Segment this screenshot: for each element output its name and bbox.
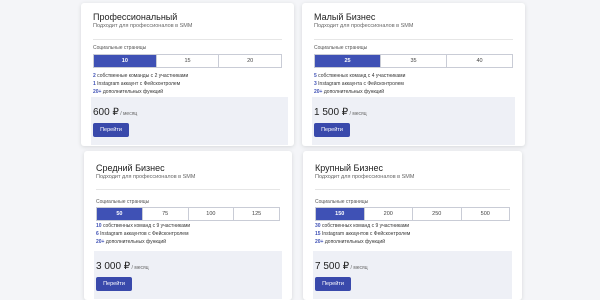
pages-option[interactable]: 10 xyxy=(94,55,156,67)
price-box: 600 ₽ / месяц Перейти xyxy=(91,97,288,145)
price-box: 7 500 ₽ / месяц Перейти xyxy=(313,251,512,299)
plan-card-medium-business: Средний Бизнес Подходит для профессионал… xyxy=(84,151,292,300)
feature-text: собственных команд с 9 участниками xyxy=(101,223,191,229)
plan-subtitle: Подходит для профессионалов в SMM xyxy=(93,23,193,29)
feature-teams: 5 собственных команд с 4 участниками xyxy=(314,73,405,79)
plan-card-large-business: Крупный Бизнес Подходит для профессионал… xyxy=(303,151,522,300)
go-button[interactable]: Перейти xyxy=(314,123,350,137)
price: 1 500 ₽ / месяц xyxy=(314,107,367,118)
feature-instagram: 15 Instagram аккаунтов с Фейсконтролем xyxy=(315,231,410,237)
pages-selector: 10 15 20 xyxy=(93,54,282,68)
price-value: 1 500 ₽ xyxy=(314,107,349,118)
price: 3 000 ₽ / месяц xyxy=(96,261,149,272)
feature-text: собственных команд с 9 участниками xyxy=(320,223,410,229)
pages-option[interactable]: 50 xyxy=(97,208,142,220)
feature-teams: 10 собственных команд с 9 участниками xyxy=(96,223,190,229)
feature-teams: 2 собственные команды с 2 участниками xyxy=(93,73,188,79)
segments-label: Социальные страницы xyxy=(315,199,369,205)
price-value: 3 000 ₽ xyxy=(96,261,131,272)
pages-option[interactable]: 200 xyxy=(363,208,413,220)
plan-card-small-business: Малый Бизнес Подходит для профессионалов… xyxy=(302,3,525,146)
plan-subtitle: Подходит для профессионалов в SMM xyxy=(315,174,415,180)
plan-title: Средний Бизнес xyxy=(96,163,165,173)
segments-label: Социальные страницы xyxy=(96,199,150,205)
feature-instagram: 3 Instagram аккаунта с Фейсконтролем xyxy=(314,81,404,87)
price: 600 ₽ / месяц xyxy=(93,107,137,118)
price-period: / месяц xyxy=(118,111,138,117)
segments-label: Социальные страницы xyxy=(93,45,147,51)
feature-text: дополнительных функций xyxy=(101,89,163,95)
feature-extra: 20+ дополнительных функций xyxy=(315,239,385,245)
divider xyxy=(314,39,513,40)
price-period: / месяц xyxy=(349,265,368,271)
pages-selector: 50 75 100 125 xyxy=(96,207,280,221)
pages-option[interactable]: 40 xyxy=(446,55,512,67)
segments-label: Социальные страницы xyxy=(314,45,368,51)
divider xyxy=(315,189,510,190)
feature-teams: 30 собственных команд с 9 участниками xyxy=(315,223,409,229)
price-box: 3 000 ₽ / месяц Перейти xyxy=(94,251,282,299)
feature-text: дополнительных функций xyxy=(104,239,166,245)
pages-option[interactable]: 125 xyxy=(233,208,279,220)
feature-text: Instagram аккаунтов с Фейсконтролем xyxy=(98,231,189,237)
price-period: / месяц xyxy=(130,265,149,271)
price-value: 600 ₽ xyxy=(93,107,119,118)
divider xyxy=(96,189,280,190)
divider xyxy=(93,39,282,40)
pages-selector: 150 200 250 500 xyxy=(315,207,510,221)
pages-option[interactable]: 25 xyxy=(315,55,380,67)
go-button[interactable]: Перейти xyxy=(315,277,351,291)
pages-option[interactable]: 250 xyxy=(412,208,461,220)
plan-subtitle: Подходит для профессионалов в SMM xyxy=(314,23,414,29)
feature-text: Instagram аккаунт с Фейсконтролем xyxy=(95,81,181,87)
price: 7 500 ₽ / месяц xyxy=(315,261,368,272)
price-value: 7 500 ₽ xyxy=(315,261,350,272)
pages-option[interactable]: 15 xyxy=(155,55,219,67)
feature-instagram: 1 Instagram аккаунт с Фейсконтролем xyxy=(93,81,180,87)
feature-instagram: 6 Instagram аккаунтов с Фейсконтролем xyxy=(96,231,189,237)
pages-option[interactable]: 150 xyxy=(316,208,364,220)
plan-card-professional: Профессиональный Подходит для профессион… xyxy=(81,3,294,146)
pages-option[interactable]: 20 xyxy=(218,55,281,67)
feature-extra: 20+ дополнительных функций xyxy=(93,89,163,95)
feature-text: Instagram аккаунта с Фейсконтролем xyxy=(316,81,404,87)
feature-text: дополнительных функций xyxy=(323,239,385,245)
price-period: / месяц xyxy=(348,111,367,117)
feature-text: Instagram аккаунтов с Фейсконтролем xyxy=(320,231,411,237)
pages-selector: 25 35 40 xyxy=(314,54,513,68)
pages-option[interactable]: 75 xyxy=(141,208,188,220)
price-box: 1 500 ₽ / месяц Перейти xyxy=(312,97,515,145)
feature-extra: 20+ дополнительных функций xyxy=(96,239,166,245)
go-button[interactable]: Перейти xyxy=(93,123,129,137)
plan-title: Профессиональный xyxy=(93,12,178,22)
feature-text: дополнительных функций xyxy=(322,89,384,95)
feature-text: собственных команд с 4 участниками xyxy=(316,73,406,79)
feature-text: собственные команды с 2 участниками xyxy=(95,73,189,79)
feature-extra: 20+ дополнительных функций xyxy=(314,89,384,95)
go-button[interactable]: Перейти xyxy=(96,277,132,291)
pages-option[interactable]: 100 xyxy=(187,208,234,220)
pages-option[interactable]: 35 xyxy=(380,55,446,67)
plan-subtitle: Подходит для профессионалов в SMM xyxy=(96,174,196,180)
plan-title: Малый Бизнес xyxy=(314,12,376,22)
plan-title: Крупный Бизнес xyxy=(315,163,384,173)
pages-option[interactable]: 500 xyxy=(460,208,510,220)
